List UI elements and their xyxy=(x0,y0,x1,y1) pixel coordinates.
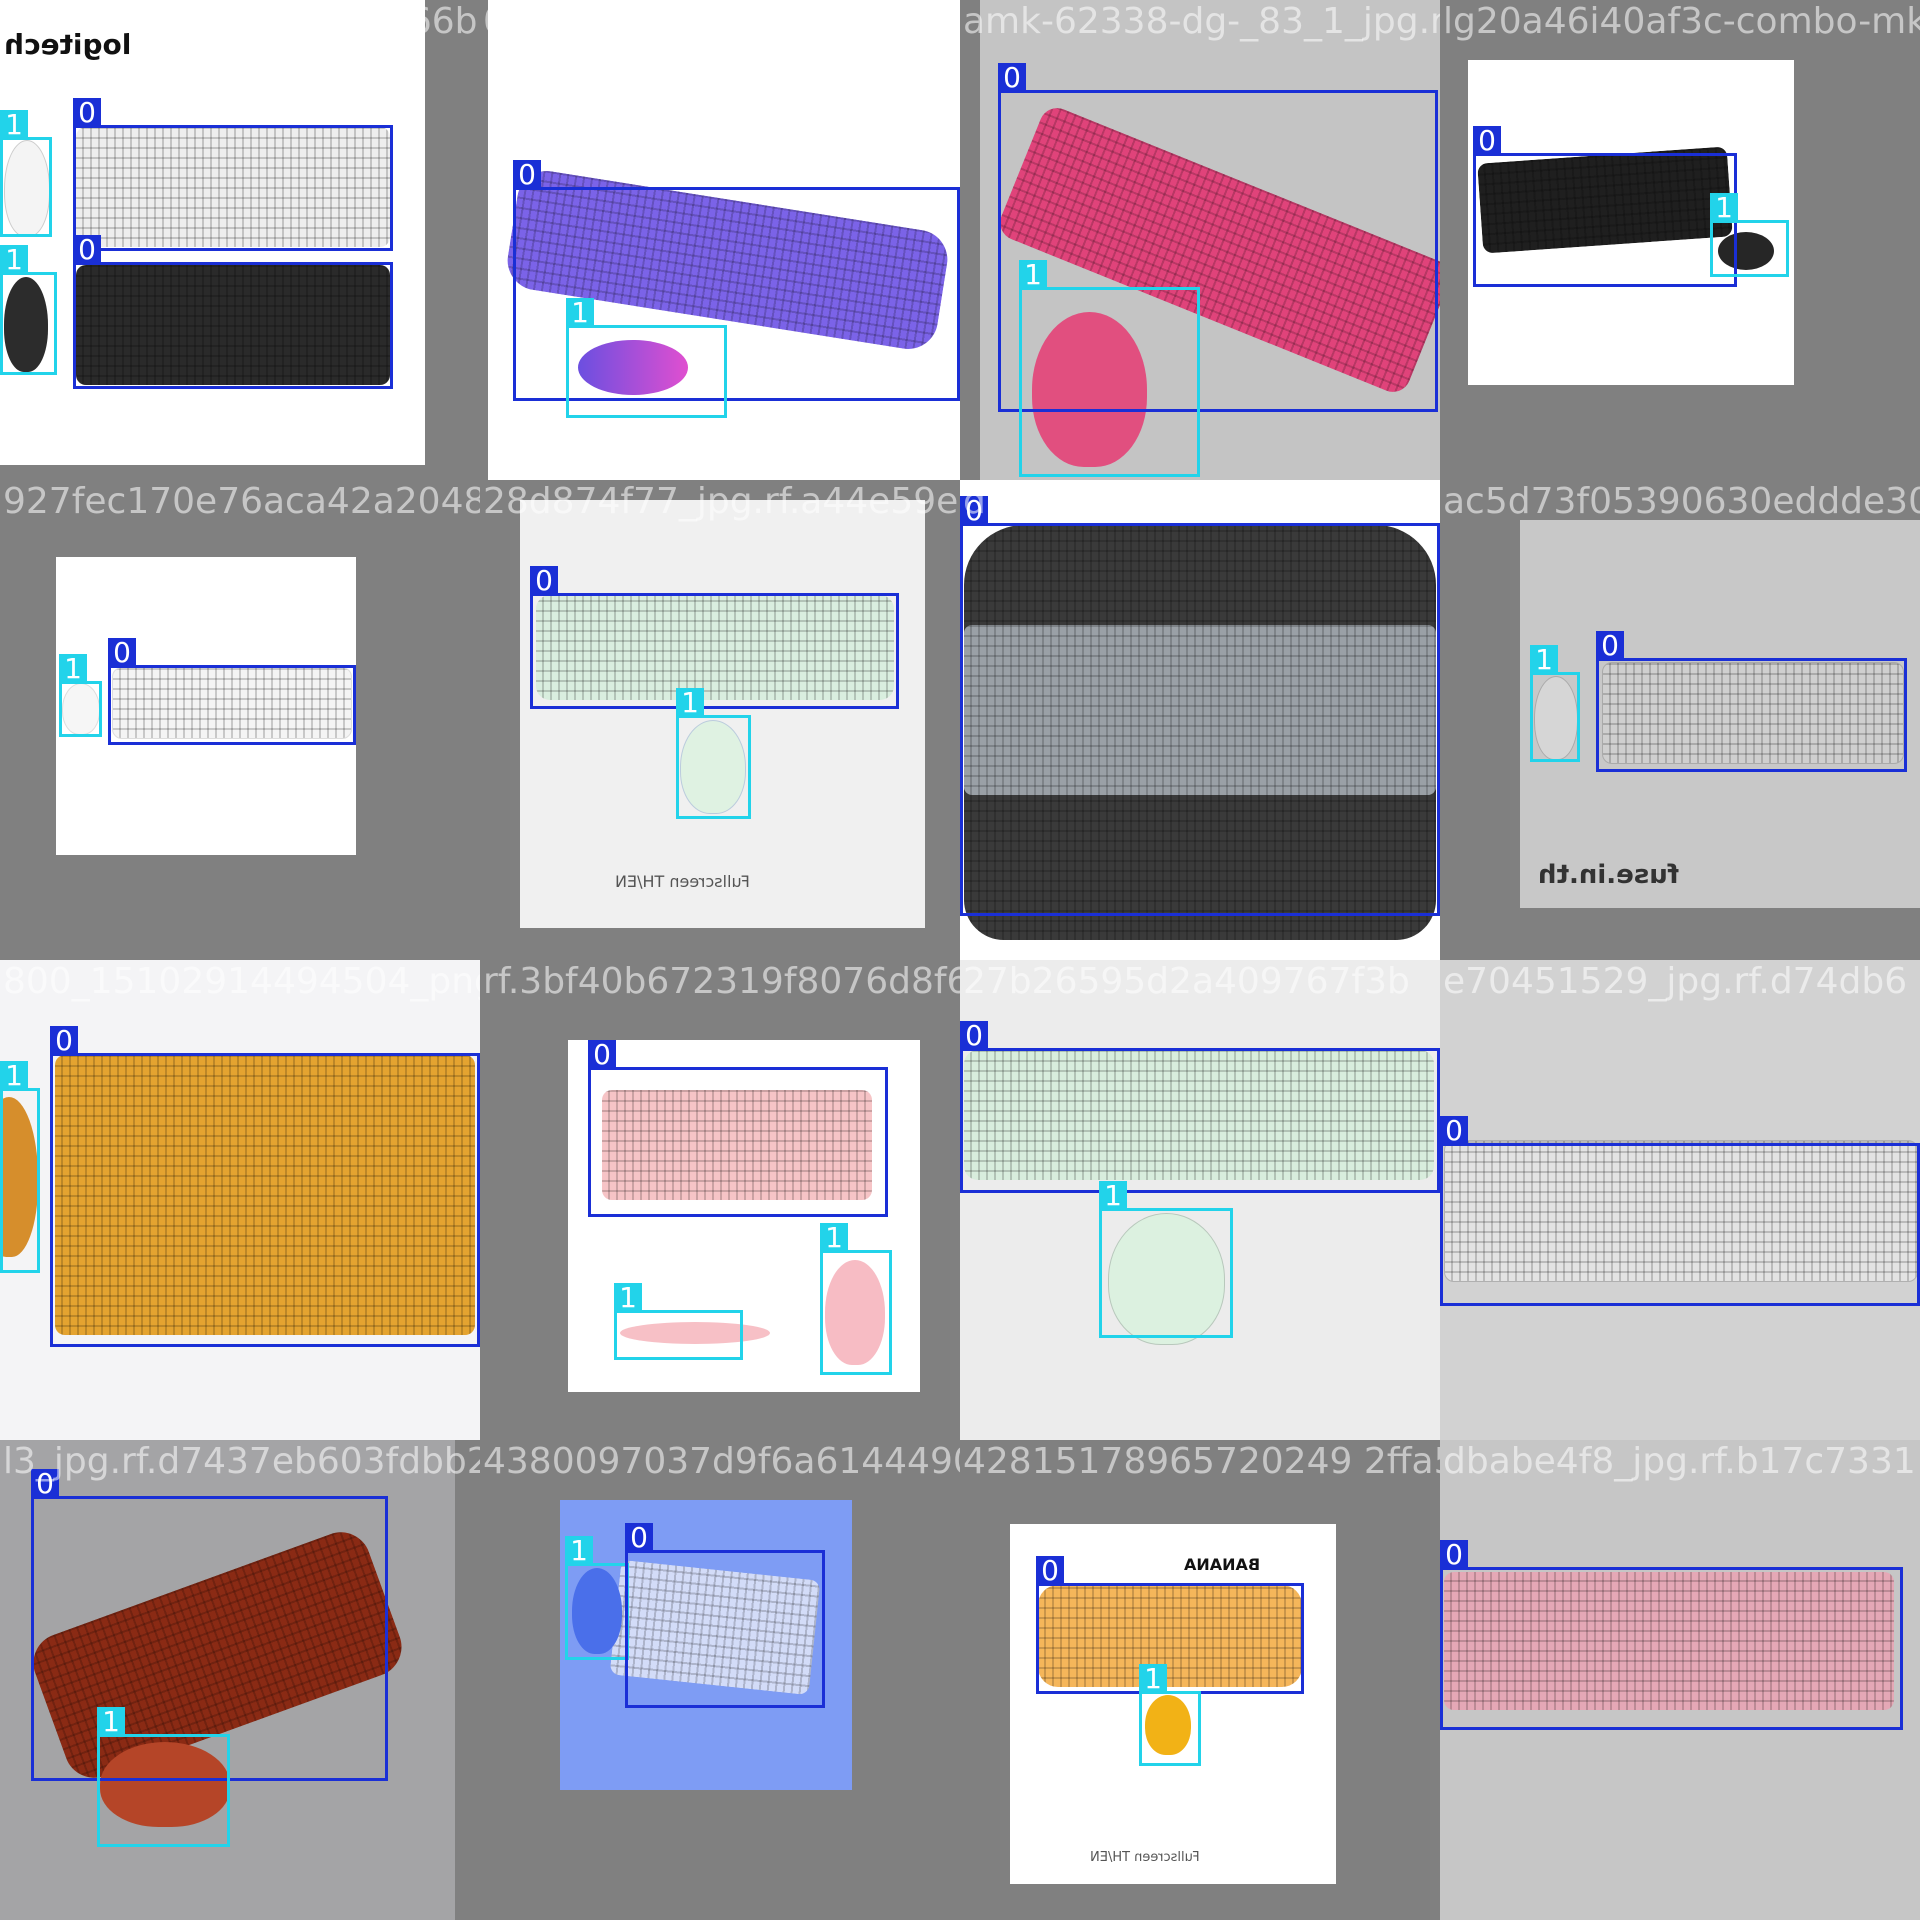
bbox-mouse: 1 xyxy=(676,688,751,819)
class-label: 1 xyxy=(1019,260,1047,290)
bbox-mouse: 1 xyxy=(614,1283,743,1360)
bbox-keyboard: 0 xyxy=(625,1523,825,1708)
bbox-mouse: 1 xyxy=(1139,1664,1201,1766)
tile[interactable]: 0 dbabe4f8_jpg.rf.b17c7331 xyxy=(1440,1440,1920,1920)
tile[interactable]: 0 1 lg20a46i40af3c-combo-mk xyxy=(1440,0,1920,480)
class-label: 1 xyxy=(59,654,87,684)
class-label: 1 xyxy=(97,1707,125,1737)
bbox-mouse: 1 xyxy=(1530,645,1580,762)
class-label: 0 xyxy=(1036,1556,1064,1586)
class-label: 1 xyxy=(820,1223,848,1253)
class-label: 0 xyxy=(73,235,101,265)
class-label: 0 xyxy=(960,1021,988,1051)
tile[interactable]: 0 1 27b26595d2a409767f3b xyxy=(960,960,1440,1440)
bbox-keyboard: 0 xyxy=(1596,631,1907,772)
tile[interactable]: 0 1 1 rf.3bf40b672319f8076d8f6f3c xyxy=(480,960,960,1440)
tile[interactable]: Fullscreen TH/EN 0 1 28d874f77_jpg.rf.a4… xyxy=(480,480,960,960)
class-label: 0 xyxy=(50,1026,78,1056)
class-label: 0 xyxy=(960,496,988,526)
class-label: 1 xyxy=(1530,645,1558,675)
tile[interactable]: BANANA Fullscreen TH/EN 0 1 428151789657… xyxy=(960,1440,1440,1920)
tile[interactable]: 0 1 800_15102914494504_png. xyxy=(0,960,480,1440)
bbox-keyboard: 0 xyxy=(530,566,899,709)
bbox-mouse: 1 xyxy=(59,654,102,737)
class-label: 0 xyxy=(1596,631,1624,661)
bbox-keyboard: 0 xyxy=(960,1021,1440,1193)
bbox-mouse: 1 xyxy=(820,1223,892,1375)
tile-filename: 4380097037d9f6a6144490eb xyxy=(483,1441,960,1482)
bbox-keyboard: 0 xyxy=(50,1026,480,1347)
class-label: 0 xyxy=(1440,1540,1468,1570)
bbox-keyboard: 0 xyxy=(1036,1556,1304,1694)
class-label: 0 xyxy=(31,1469,59,1499)
class-label: 0 xyxy=(1473,126,1501,156)
class-label: 0 xyxy=(1440,1116,1468,1146)
tile[interactable]: 0 d8e9da2f14e1276326e8 xyxy=(960,480,1440,960)
watermark-text: fuse.in.th xyxy=(1538,860,1680,890)
bbox-keyboard: 0 xyxy=(1473,126,1737,287)
bbox-keyboard: 0 xyxy=(960,496,1440,916)
bbox-keyboard: 0 xyxy=(108,638,356,745)
bbox-keyboard: 0 xyxy=(1440,1540,1903,1730)
class-label: 0 xyxy=(998,63,1026,93)
class-label: 1 xyxy=(565,1536,593,1566)
tile[interactable]: 0 1 00297261a_97pop_mixed_s xyxy=(480,0,960,480)
bbox-keyboard: 0 xyxy=(1440,1116,1920,1306)
class-label: 1 xyxy=(676,688,704,718)
logo-text: logitech xyxy=(4,28,132,61)
tile[interactable]: 0 1 l3_jpg.rf.d7437eb603fdbb20 xyxy=(0,1440,480,1920)
class-label: 0 xyxy=(588,1040,616,1070)
class-label: 1 xyxy=(0,245,28,275)
brand-text: BANANA xyxy=(1184,1555,1261,1574)
class-label: 1 xyxy=(566,298,594,328)
bbox-mouse: 1 xyxy=(97,1707,230,1847)
class-label: 0 xyxy=(108,638,136,668)
class-label: 0 xyxy=(530,566,558,596)
class-label: 1 xyxy=(614,1283,642,1313)
tile-filename: rf.3bf40b672319f8076d8f6f3c xyxy=(483,961,960,1002)
tile[interactable]: logitech 1 0 1 0 images--5-_jpg.rf.38566… xyxy=(0,0,480,480)
tile[interactable]: 1 0 927fec170e76aca42a20489 xyxy=(0,480,480,960)
class-label: 0 xyxy=(73,98,101,128)
bbox-mouse: 1 xyxy=(565,1536,629,1660)
tile-filename: 927fec170e76aca42a20489 xyxy=(3,481,480,522)
tile-filename: 42815178965720249 2ffa55 xyxy=(963,1441,1440,1482)
tile[interactable]: fuse.in.th 1 0 ac5d73f05390630eddde308d xyxy=(1440,480,1920,960)
bbox-keyboard: 0 xyxy=(73,235,393,389)
bbox-mouse: 1 xyxy=(566,298,727,418)
class-label: 1 xyxy=(0,110,28,140)
class-label: 1 xyxy=(0,1061,28,1091)
tile-filename: ac5d73f05390630eddde308d xyxy=(1443,481,1920,522)
tile-filename: lg20a46i40af3c-combo-mk xyxy=(1443,1,1920,42)
bbox-mouse: 1 xyxy=(1710,193,1789,277)
bbox-mouse: 1 xyxy=(0,1061,40,1273)
class-label: 1 xyxy=(1710,193,1738,223)
class-label: 1 xyxy=(1139,1664,1167,1694)
bbox-keyboard: 0 xyxy=(73,98,393,251)
brand-text: Fullscreen TH/EN xyxy=(615,872,750,891)
tile[interactable]: 0 1 amk-62338-dg-_83_1_jpg.rf. xyxy=(960,0,1440,480)
mosaic-grid: logitech 1 0 1 0 images--5-_jpg.rf.38566… xyxy=(0,0,1920,1920)
class-label: 0 xyxy=(513,160,541,190)
class-label: 1 xyxy=(1099,1181,1127,1211)
bbox-mouse: 1 xyxy=(0,245,57,375)
bbox-mouse: 1 xyxy=(1019,260,1200,477)
bbox-mouse: 1 xyxy=(0,110,52,237)
bbox-mouse: 1 xyxy=(1099,1181,1233,1338)
class-label: 0 xyxy=(625,1523,653,1553)
tile[interactable]: 1 0 4380097037d9f6a6144490eb xyxy=(480,1440,960,1920)
brand-text: Fullscreen TH/EN xyxy=(1090,1850,1200,1865)
tile[interactable]: 0 e70451529_jpg.rf.d74db6 xyxy=(1440,960,1920,1440)
bbox-keyboard: 0 xyxy=(588,1040,888,1217)
